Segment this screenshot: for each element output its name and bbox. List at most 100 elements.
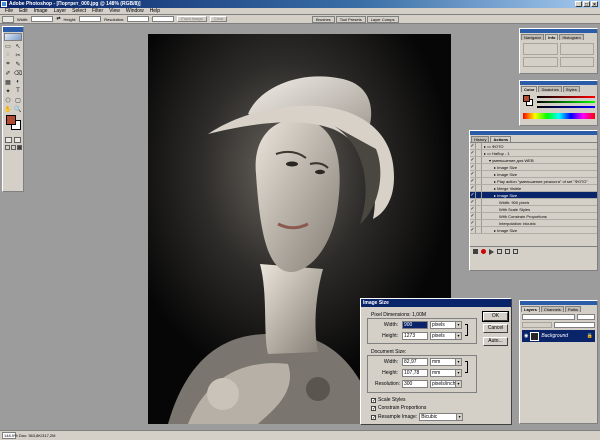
standard-mode-icon[interactable]	[5, 137, 12, 143]
screen-mode-full-icon[interactable]	[10, 145, 16, 150]
record-icon[interactable]	[481, 249, 486, 254]
red-slider[interactable]	[537, 96, 595, 98]
menu-help[interactable]: Help	[147, 8, 163, 15]
tab-history[interactable]: History	[471, 136, 490, 142]
eraser-tool-icon[interactable]: ⌫	[14, 69, 23, 77]
play-icon[interactable]	[489, 249, 494, 255]
swap-icon[interactable]: ⇄	[56, 16, 60, 22]
color-ramp[interactable]	[523, 113, 595, 119]
action-row[interactable]: ✓ With Constrain Proportions	[470, 213, 597, 220]
dodge-tool-icon[interactable]: ◐	[14, 78, 23, 86]
maximize-button[interactable]: □	[583, 1, 590, 8]
resolution-input-dialog[interactable]: 300	[402, 380, 428, 388]
crop-tool-icon[interactable]	[2, 15, 14, 23]
slice-tool-icon[interactable]: ⌗	[4, 60, 13, 68]
new-set-icon[interactable]	[497, 249, 502, 254]
quick-mask-icon[interactable]	[14, 137, 21, 143]
constrain-checkbox-row[interactable]: ✓ Constrain Proportions	[371, 405, 426, 411]
well-tab-tool-presets[interactable]: Tool Presets	[335, 16, 366, 23]
path-select-tool-icon[interactable]: ✦	[4, 87, 13, 95]
well-tab-brushes[interactable]: Brushes	[312, 16, 335, 23]
tab-info[interactable]: Info	[545, 34, 559, 40]
action-row[interactable]: ✓ ▸ ▭ ФОТО	[470, 143, 597, 150]
action-row[interactable]: ✓ ▸ Merge Visible	[470, 185, 597, 192]
eye-icon[interactable]: ◉	[524, 333, 528, 339]
hand-tool-icon[interactable]: ✋	[4, 105, 13, 113]
action-row[interactable]: ✓ ▸ ▭ Набор - 1	[470, 150, 597, 157]
fill-field[interactable]	[554, 322, 595, 328]
shape-tool-icon[interactable]: ▢	[14, 96, 23, 104]
tab-navigator[interactable]: Navigator	[521, 34, 545, 40]
trash-icon[interactable]	[513, 249, 518, 254]
crop-tool-icon-2[interactable]: ✂	[14, 51, 23, 59]
screen-mode-black-icon[interactable]	[16, 145, 22, 150]
scale-styles-checkbox[interactable]: ✓	[371, 397, 376, 403]
menu-window[interactable]: Window	[123, 8, 147, 15]
layer-row-background[interactable]: ◉ Background 🔒	[522, 330, 595, 342]
tab-channels[interactable]: Channels	[540, 306, 564, 312]
adobe-logo-icon[interactable]	[4, 33, 22, 41]
resolution-input[interactable]	[127, 16, 150, 22]
brush-tool-icon[interactable]: ✎	[14, 60, 23, 68]
new-action-icon[interactable]	[505, 249, 510, 254]
lock-options[interactable]	[522, 322, 552, 328]
pen-tool-icon[interactable]: ⬠	[4, 96, 13, 104]
menu-file[interactable]: File	[2, 8, 16, 15]
screen-mode-standard-icon[interactable]	[4, 145, 10, 150]
action-row[interactable]: ✓ ▾ уменьшение для WEB	[470, 157, 597, 164]
pixel-height-input[interactable]: 1273	[402, 332, 428, 340]
resample-checkbox-row[interactable]: ✓ Resample Image: Bicubic ▾	[371, 413, 464, 421]
doc-width-unit-select[interactable]: mm ▾	[430, 358, 462, 366]
opacity-field[interactable]	[577, 314, 595, 320]
green-slider[interactable]	[537, 101, 595, 103]
resample-method-select[interactable]: Bicubic ▾	[419, 413, 464, 421]
action-row[interactable]: ✓ ▸ Image Size	[470, 227, 597, 234]
action-row[interactable]: ✓ ▸ Image Size	[470, 164, 597, 171]
lasso-tool-icon[interactable]: ◌	[4, 51, 13, 59]
move-tool-icon[interactable]: ↖	[14, 42, 23, 50]
action-row[interactable]: ✓ Width: 900 pixels	[470, 199, 597, 206]
toolbox-grip[interactable]	[3, 27, 23, 32]
height-input[interactable]	[79, 16, 102, 22]
zoom-tool-icon[interactable]: 🔍	[14, 105, 23, 113]
resample-image-checkbox[interactable]: ✓	[371, 414, 376, 420]
doc-size-info[interactable]: Doc: 363,8K/317,2M	[19, 433, 55, 438]
resolution-unit-select-dialog[interactable]: pixels/inch ▾	[430, 380, 462, 388]
minimize-button[interactable]: _	[575, 1, 582, 8]
pixel-width-input[interactable]: 900	[402, 321, 428, 329]
resolution-unit-select[interactable]	[152, 16, 175, 22]
pixel-width-unit-select[interactable]: pixels ▾	[430, 321, 462, 329]
pixel-height-unit-select[interactable]: pixels ▾	[430, 332, 462, 340]
foreground-color-swatch[interactable]	[6, 115, 16, 125]
auto-button[interactable]: Auto...	[483, 337, 508, 346]
gradient-tool-icon[interactable]: ▦	[4, 78, 13, 86]
ok-button[interactable]: OK	[482, 311, 509, 322]
zoom-field[interactable]: 148.9%	[2, 432, 18, 439]
menu-image[interactable]: Image	[31, 8, 51, 15]
front-image-button[interactable]: Front Image	[177, 16, 207, 22]
scale-styles-checkbox-row[interactable]: ✓ Scale Styles	[371, 397, 406, 403]
cancel-button[interactable]: Cancel	[483, 324, 508, 333]
menu-select[interactable]: Select	[69, 8, 89, 15]
menu-view[interactable]: View	[106, 8, 123, 15]
tab-paths[interactable]: Paths	[564, 306, 582, 312]
marquee-tool-icon[interactable]: ▭	[4, 42, 13, 50]
constrain-proportions-checkbox[interactable]: ✓	[371, 405, 376, 411]
action-row[interactable]: ✓ ▸ Image Size	[470, 192, 597, 199]
doc-width-input[interactable]: 82,97	[402, 358, 428, 366]
doc-height-unit-select[interactable]: mm ▾	[430, 369, 462, 377]
stop-icon[interactable]	[473, 249, 478, 254]
tab-layers[interactable]: Layers	[521, 306, 540, 312]
tab-histogram[interactable]: Histogram	[559, 34, 584, 40]
well-tab-layer-comps[interactable]: Layer Comps	[366, 16, 399, 23]
menu-layer[interactable]: Layer	[51, 8, 70, 15]
action-row[interactable]: ✓ With Scale Styles	[470, 206, 597, 213]
width-input[interactable]	[31, 16, 54, 22]
pencil-tool-icon[interactable]: ✐	[4, 69, 13, 77]
doc-height-input[interactable]: 107,78	[402, 369, 428, 377]
action-row[interactable]: ✓ Interpolation: bicubic	[470, 220, 597, 227]
tab-actions[interactable]: Actions	[490, 136, 512, 142]
action-row[interactable]: ✓ ▸ Image Size	[470, 171, 597, 178]
action-row[interactable]: ✓ ▸ Play action "уменьшение резкости" of …	[470, 178, 597, 185]
color-panel-fg-swatch[interactable]	[523, 95, 530, 102]
